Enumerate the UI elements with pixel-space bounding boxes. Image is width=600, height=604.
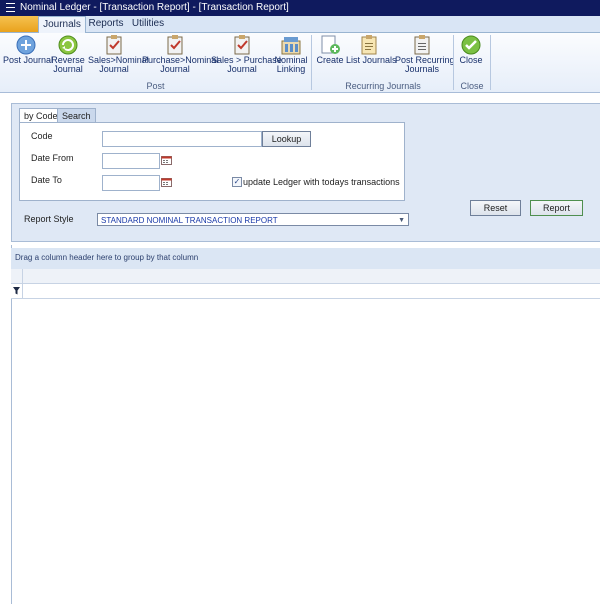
building-link-icon bbox=[281, 37, 301, 55]
purchase-nominal-journal-button[interactable]: Purchase>Nominal Journal bbox=[142, 33, 218, 79]
chevron-down-icon: ▼ bbox=[398, 217, 405, 224]
date-to-label: Date To bbox=[31, 175, 62, 185]
code-label: Code bbox=[31, 131, 53, 141]
group-by-panel[interactable]: Drag a column header here to group by th… bbox=[11, 248, 600, 270]
ribbon-separator bbox=[490, 35, 491, 90]
refresh-icon bbox=[58, 35, 78, 55]
clipboard-list-icon bbox=[414, 35, 430, 55]
ribbon-separator bbox=[311, 35, 312, 90]
lookup-button[interactable]: Lookup bbox=[262, 131, 311, 147]
create-recurring-button[interactable]: Create bbox=[316, 33, 344, 79]
ribbon: Post Journal Reverse Journal Sales>Nomin… bbox=[0, 33, 600, 93]
tab-journals[interactable]: Journals bbox=[38, 16, 86, 33]
update-ledger-label: update Ledger with todays transactions bbox=[243, 177, 400, 187]
check-circle-icon bbox=[461, 35, 481, 55]
row-selector-header bbox=[11, 269, 23, 283]
reset-button[interactable]: Reset bbox=[470, 200, 521, 216]
hamburger-menu-icon[interactable] bbox=[6, 3, 15, 12]
clipboard-check-icon bbox=[234, 35, 250, 55]
tab-reports[interactable]: Reports bbox=[86, 16, 126, 32]
group-by-hint: Drag a column header here to group by th… bbox=[15, 253, 199, 262]
clipboard-check-icon bbox=[106, 35, 122, 55]
date-from-label: Date From bbox=[31, 153, 74, 163]
calendar-icon[interactable] bbox=[161, 155, 172, 165]
close-group-label: Close bbox=[460, 81, 484, 91]
tab-utilities[interactable]: Utilities bbox=[128, 16, 168, 32]
report-button[interactable]: Report bbox=[530, 200, 583, 216]
file-menu-tab[interactable] bbox=[0, 16, 38, 32]
plus-circle-icon bbox=[16, 35, 36, 55]
ribbon-tab-strip: Journals Reports Utilities bbox=[0, 16, 600, 33]
post-recurring-journals-button[interactable]: Post Recurring Journals bbox=[395, 33, 455, 79]
post-journal-button[interactable]: Post Journal bbox=[3, 33, 53, 79]
recurring-group-label: Recurring Journals bbox=[345, 81, 421, 91]
nominal-linking-button[interactable]: Nominal Linking bbox=[274, 33, 308, 79]
report-style-select[interactable]: STANDARD NOMINAL TRANSACTION REPORT ▼ bbox=[97, 213, 409, 226]
title-bar: Nominal Ledger - [Transaction Report] - … bbox=[0, 0, 600, 16]
update-ledger-checkbox[interactable]: ✓ bbox=[232, 177, 242, 187]
post-group-label: Post bbox=[146, 81, 165, 91]
date-from-input[interactable] bbox=[102, 153, 160, 169]
close-button[interactable]: Close bbox=[457, 33, 485, 79]
sales-purchase-journal-button[interactable]: Sales > Purchase Journal bbox=[211, 33, 282, 79]
report-style-value: STANDARD NOMINAL TRANSACTION REPORT bbox=[101, 216, 278, 225]
code-input[interactable] bbox=[102, 131, 262, 147]
list-journals-button[interactable]: List Journals bbox=[346, 33, 397, 79]
calendar-icon[interactable] bbox=[161, 177, 172, 187]
new-document-icon bbox=[321, 35, 340, 54]
filter-funnel-icon[interactable] bbox=[13, 287, 20, 295]
grid-column-header[interactable] bbox=[11, 269, 600, 284]
sales-nominal-journal-button[interactable]: Sales>Nominal Journal bbox=[88, 33, 149, 79]
reverse-journal-button[interactable]: Reverse Journal bbox=[50, 33, 86, 79]
report-style-label: Report Style bbox=[24, 214, 74, 224]
ribbon-separator bbox=[453, 35, 454, 90]
date-to-input[interactable] bbox=[102, 175, 160, 191]
grid-filter-row[interactable] bbox=[11, 284, 600, 299]
clipboard-check-icon bbox=[167, 35, 183, 55]
clipboard-icon bbox=[361, 35, 377, 55]
row-selector bbox=[11, 284, 23, 298]
window-title: Nominal Ledger - [Transaction Report] - … bbox=[20, 2, 289, 13]
